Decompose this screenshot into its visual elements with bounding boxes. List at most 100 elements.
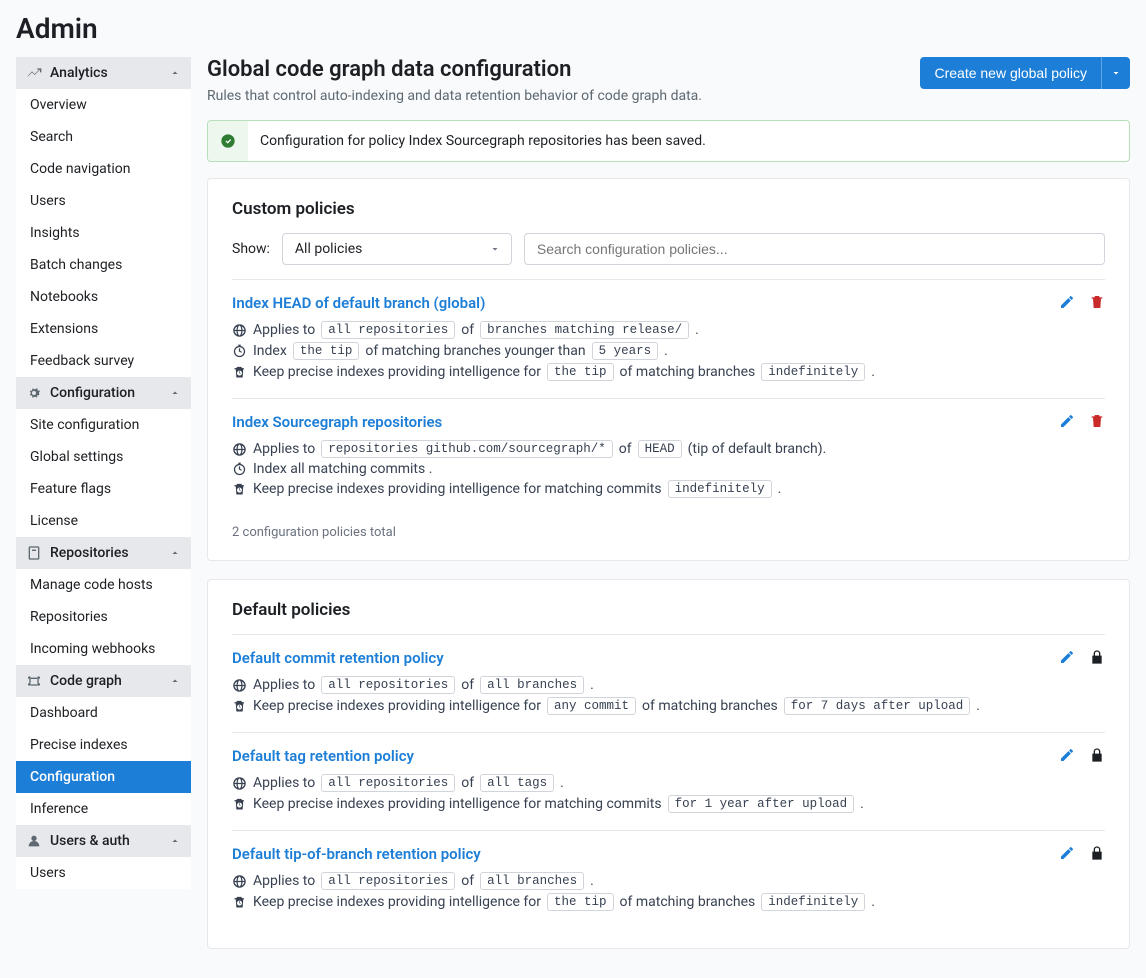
policy-text: of — [461, 322, 474, 338]
chevron-down-icon — [489, 243, 501, 255]
policy-tag: all repositories — [321, 676, 455, 694]
sidebar-item-notebooks[interactable]: Notebooks — [16, 281, 191, 313]
sidebar-analytics-items: OverviewSearchCode navigationUsersInsigh… — [16, 89, 191, 377]
analytics-icon — [26, 65, 42, 81]
policy-detail-line: Keep precise indexes providing intellige… — [232, 363, 1105, 381]
policy-text: . — [860, 796, 864, 812]
policy-title-link[interactable]: Default commit retention policy — [232, 649, 444, 667]
edit-icon[interactable] — [1059, 413, 1075, 429]
sidebar-item-inference[interactable]: Inference — [16, 793, 191, 825]
success-alert: Configuration for policy Index Sourcegra… — [207, 120, 1130, 162]
sidebar-item-insights[interactable]: Insights — [16, 217, 191, 249]
sidebar-item-feedback-survey[interactable]: Feedback survey — [16, 345, 191, 377]
policy-tag: all branches — [480, 872, 584, 890]
policy-detail-line: Keep precise indexes providing intellige… — [232, 480, 1105, 498]
policy-detail-line: Keep precise indexes providing intellige… — [232, 795, 1105, 813]
trash-clock-icon — [232, 365, 247, 380]
sidebar-item-dashboard[interactable]: Dashboard — [16, 697, 191, 729]
sidebar-item-extensions[interactable]: Extensions — [16, 313, 191, 345]
sidebar-item-code-navigation[interactable]: Code navigation — [16, 153, 191, 185]
policy-tag: all repositories — [321, 872, 455, 890]
sidebar-section-users-auth[interactable]: Users & auth — [16, 825, 191, 857]
edit-icon[interactable] — [1059, 845, 1075, 861]
sidebar-section-repositories[interactable]: Repositories — [16, 537, 191, 569]
web-icon — [232, 678, 247, 693]
sidebar-item-manage-code-hosts[interactable]: Manage code hosts — [16, 569, 191, 601]
sidebar-section-label: Users & auth — [50, 833, 130, 849]
policy-title-link[interactable]: Default tag retention policy — [232, 747, 414, 765]
policy-text: Keep precise indexes providing intellige… — [253, 894, 541, 910]
policy-text: Keep precise indexes providing intellige… — [253, 364, 541, 380]
policy-title-link[interactable]: Index HEAD of default branch (global) — [232, 294, 485, 312]
policy-text: Applies to — [253, 775, 315, 791]
sidebar-item-configuration[interactable]: Configuration — [16, 761, 191, 793]
sidebar-section-label: Code graph — [50, 673, 122, 689]
sidebar-item-feature-flags[interactable]: Feature flags — [16, 473, 191, 505]
sidebar-item-overview[interactable]: Overview — [16, 89, 191, 121]
policy-text: . — [778, 481, 782, 497]
sidebar-item-precise-indexes[interactable]: Precise indexes — [16, 729, 191, 761]
sidebar-item-users[interactable]: Users — [16, 857, 191, 889]
policy-title-link[interactable]: Default tip-of-branch retention policy — [232, 845, 481, 863]
policy-text: Applies to — [253, 441, 315, 457]
repo-icon — [26, 545, 42, 561]
sidebar-item-users[interactable]: Users — [16, 185, 191, 217]
policy-text: . — [590, 873, 594, 889]
main-subheading: Rules that control auto-indexing and dat… — [207, 88, 702, 104]
edit-icon[interactable] — [1059, 294, 1075, 310]
policy-tag: indefinitely — [761, 893, 865, 911]
trash-clock-icon — [232, 797, 247, 812]
trash-clock-icon — [232, 482, 247, 497]
edit-icon[interactable] — [1059, 747, 1075, 763]
create-policy-button[interactable]: Create new global policy — [920, 57, 1101, 89]
sidebar-item-global-settings[interactable]: Global settings — [16, 441, 191, 473]
timer-icon — [232, 344, 247, 359]
policy-detail-line: Keep precise indexes providing intellige… — [232, 697, 1105, 715]
sidebar-item-search[interactable]: Search — [16, 121, 191, 153]
policy-tag: the tip — [547, 893, 614, 911]
page-title: Admin — [16, 0, 1130, 57]
policy-item: Default tag retention policyApplies to a… — [232, 733, 1105, 831]
policy-actions — [1059, 294, 1105, 310]
web-icon — [232, 874, 247, 889]
policy-tag: all repositories — [321, 321, 455, 339]
policy-tag: the tip — [547, 363, 614, 381]
sidebar-item-batch-changes[interactable]: Batch changes — [16, 249, 191, 281]
sidebar-item-repositories[interactable]: Repositories — [16, 601, 191, 633]
delete-icon[interactable] — [1089, 413, 1105, 429]
trash-clock-icon — [232, 699, 247, 714]
sidebar-section-configuration[interactable]: Configuration — [16, 377, 191, 409]
policy-text: . — [976, 698, 980, 714]
policy-text: (tip of default branch). — [688, 441, 827, 457]
policy-text: Applies to — [253, 322, 315, 338]
sidebar-section-analytics[interactable]: Analytics — [16, 57, 191, 89]
policy-text: . — [590, 677, 594, 693]
policy-detail-line: Index the tip of matching branches young… — [232, 342, 1105, 360]
policy-tag: HEAD — [638, 440, 682, 458]
edit-icon[interactable] — [1059, 649, 1075, 665]
sidebar-section-codegraph[interactable]: Code graph — [16, 665, 191, 697]
policy-text: Applies to — [253, 873, 315, 889]
sidebar-item-license[interactable]: License — [16, 505, 191, 537]
policy-search-input[interactable] — [524, 233, 1105, 265]
policy-text: of — [461, 775, 474, 791]
custom-policies-heading: Custom policies — [232, 199, 1105, 219]
sidebar-item-incoming-webhooks[interactable]: Incoming webhooks — [16, 633, 191, 665]
policy-tag: 5 years — [592, 342, 659, 360]
policy-tag: indefinitely — [668, 480, 772, 498]
policy-title-link[interactable]: Index Sourcegraph repositories — [232, 413, 442, 431]
show-label: Show: — [232, 241, 270, 257]
create-policy-dropdown-button[interactable] — [1101, 57, 1130, 89]
policy-text: Applies to — [253, 677, 315, 693]
chevron-up-icon — [169, 67, 181, 79]
sidebar-item-site-configuration[interactable]: Site configuration — [16, 409, 191, 441]
policy-tag: indefinitely — [761, 363, 865, 381]
policy-detail-line: Applies to all repositories of all branc… — [232, 676, 1105, 694]
policy-filter-select[interactable]: All policies — [282, 233, 512, 265]
sidebar-section-label: Analytics — [50, 65, 108, 81]
delete-icon[interactable] — [1089, 294, 1105, 310]
policy-text: . — [695, 322, 699, 338]
graph-icon — [26, 673, 42, 689]
policy-count: 2 configuration policies total — [232, 515, 1105, 540]
sidebar-repositories-items: Manage code hostsRepositoriesIncoming we… — [16, 569, 191, 665]
